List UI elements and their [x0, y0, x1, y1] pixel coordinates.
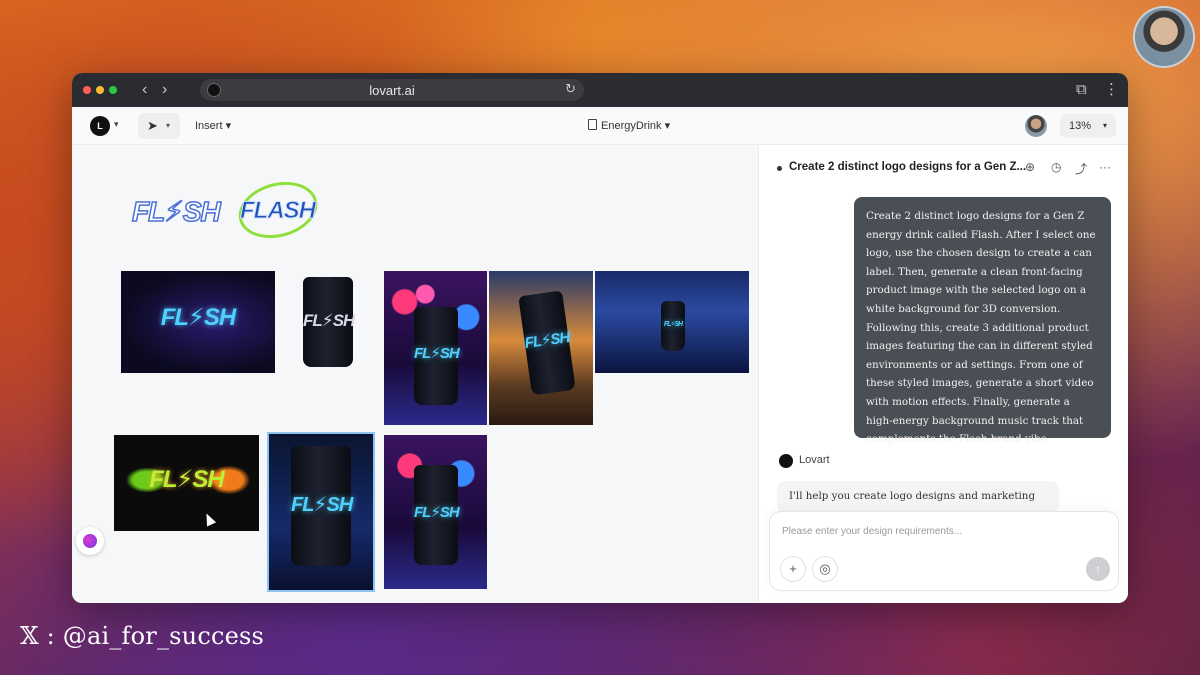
address-bar[interactable]: lovart.ai ↻: [200, 79, 584, 101]
chevron-down-icon: ▾: [1102, 121, 1107, 130]
image-tile[interactable]: FL⚡SH: [489, 271, 593, 425]
close-window-button[interactable]: [83, 86, 91, 94]
document-name: EnergyDrink: [601, 120, 662, 132]
lovart-logo-icon[interactable]: L: [90, 116, 110, 136]
status-dot: [777, 166, 782, 171]
reload-icon[interactable]: ↻: [565, 81, 576, 97]
logo-option-2[interactable]: FLASH: [232, 173, 324, 247]
image-tile-selected[interactable]: FL⚡SH: [267, 432, 375, 592]
chat-header: Create 2 distinct logo designs for a Gen…: [775, 159, 1115, 179]
can-shape: FL⚡SH: [291, 446, 353, 566]
design-requirements-input[interactable]: [782, 526, 1102, 537]
design-canvas[interactable]: FL⚡SH FLASH FL⚡SH FL⚡SH FL⚡SH FL⚡SH FL⚡S…: [72, 145, 758, 603]
plus-icon[interactable]: +: [780, 556, 806, 582]
more-vertical-icon[interactable]: ⋮: [1104, 80, 1119, 98]
chevron-down-icon[interactable]: ▾: [114, 119, 119, 130]
zoom-control[interactable]: 13% ▾: [1060, 114, 1116, 138]
user-avatar[interactable]: [1025, 115, 1047, 137]
browser-window: ‹ › lovart.ai ↻ ⧉ ⋮ L ▾ ➤ ▾ Insert ▾ Ene…: [72, 73, 1128, 603]
can-logo-text: FL⚡SH: [303, 311, 355, 331]
image-tile[interactable]: FL⚡SH: [121, 271, 275, 373]
pointer-icon: ➤: [147, 118, 158, 133]
image-tile[interactable]: FL⚡SH: [384, 271, 487, 425]
can-logo-text: FL⚡SH: [160, 304, 237, 331]
can-shape: FL⚡SH: [303, 277, 355, 367]
image-tile[interactable]: FL⚡SH: [277, 271, 381, 373]
can-logo-text: FL⚡SH: [149, 466, 225, 493]
chat-panel: Create 2 distinct logo designs for a Gen…: [758, 145, 1128, 603]
can-logo-text: FL⚡SH: [414, 504, 460, 521]
assistant-message: I'll help you create logo designs and ma…: [777, 481, 1059, 513]
insert-menu[interactable]: Insert ▾: [195, 119, 231, 132]
chevron-left-icon[interactable]: ‹: [142, 80, 147, 100]
can-shape: FL⚡SH: [518, 290, 576, 396]
can-logo-text: FL⚡SH: [663, 321, 683, 328]
assistant-name: Lovart: [799, 454, 830, 466]
select-tool-button[interactable]: ➤ ▾: [138, 113, 180, 139]
document-icon: [588, 119, 597, 130]
minimize-window-button[interactable]: [96, 86, 104, 94]
share-icon[interactable]: ⤴: [1075, 160, 1087, 177]
app-toolbar: L ▾ ➤ ▾ Insert ▾ EnergyDrink ▾ 13% ▾: [72, 107, 1128, 145]
logo-text: FLASH: [240, 197, 317, 225]
new-chat-icon[interactable]: ⊕: [1025, 160, 1035, 174]
zoom-level: 13%: [1069, 120, 1092, 132]
globe-icon[interactable]: ◎: [812, 556, 838, 582]
image-tile[interactable]: FL⚡SH: [114, 435, 259, 531]
chat-input-box: + ◎ ↑: [769, 511, 1119, 591]
presenter-avatar: [1133, 6, 1195, 68]
chevron-down-icon: ▾: [166, 121, 171, 130]
user-message: Create 2 distinct logo designs for a Gen…: [854, 197, 1111, 445]
insert-label: Insert: [195, 120, 223, 132]
logo-text: FL⚡SH: [131, 195, 221, 228]
brain-icon: [83, 534, 97, 548]
browser-chrome: ‹ › lovart.ai ↻ ⧉ ⋮: [72, 73, 1128, 107]
can-shape: FL⚡SH: [414, 465, 460, 565]
can-logo-text: FL⚡SH: [523, 328, 571, 353]
chat-title: Create 2 distinct logo designs for a Gen…: [789, 161, 1027, 173]
maximize-window-button[interactable]: [109, 86, 117, 94]
image-tile[interactable]: FL⚡SH: [384, 435, 487, 589]
history-icon[interactable]: ◷: [1051, 160, 1061, 174]
can-logo-text: FL⚡SH: [414, 345, 460, 363]
watermark-handle: 𝕏 : @ai_for_success: [20, 622, 265, 650]
can-shape: FL⚡SH: [414, 307, 460, 405]
url-text: lovart.ai: [369, 83, 415, 98]
can-logo-text: FL⚡SH: [291, 493, 353, 516]
logo-option-1[interactable]: FL⚡SH: [131, 181, 221, 241]
more-horizontal-icon[interactable]: ···: [1099, 160, 1111, 174]
document-title[interactable]: EnergyDrink ▾: [588, 119, 670, 132]
chevron-right-icon[interactable]: ›: [162, 80, 167, 100]
ai-assistant-button[interactable]: [76, 527, 104, 555]
extensions-icon[interactable]: ⧉: [1076, 81, 1087, 98]
send-button[interactable]: ↑: [1086, 557, 1110, 581]
lovart-logo-icon: [779, 454, 793, 468]
can-shape: FL⚡SH: [661, 301, 685, 351]
image-tile[interactable]: FL⚡SH: [595, 271, 749, 373]
